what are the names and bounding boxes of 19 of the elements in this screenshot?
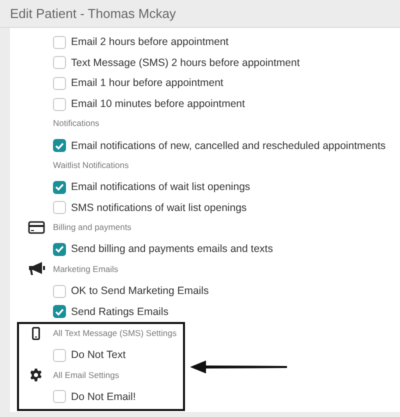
section-label: All Text Message (SMS) Settings [53, 326, 178, 340]
section-label: Billing and payments [53, 221, 132, 234]
checkbox-label: Email 1 hour before appointment [71, 77, 224, 90]
section-label: All Email Settings [53, 368, 120, 382]
checkbox-label: Do Not Text [71, 349, 126, 362]
checkbox-label: Text Message (SMS) 2 hours before appointment [71, 56, 300, 69]
window-title: Edit Patient - Thomas Mckay [10, 6, 176, 21]
checkbox-label: Email 10 minutes before appointment [71, 98, 245, 110]
section-label: Notifications [53, 117, 100, 130]
checkbox-label: Email notifications of wait list openings [71, 181, 250, 194]
checkbox-label: OK to Send Marketing Emails [71, 285, 209, 298]
checkbox-label: Email 2 hours before appointment [71, 36, 229, 48]
section-label: Waitlist Notifications [53, 158, 130, 172]
checkbox-label: Send Ratings Emails [71, 306, 168, 318]
checkbox-label: Send billing and payments emails and texts [71, 243, 273, 256]
section-label: Marketing Emails [53, 262, 120, 276]
checkbox-label: Do Not Email! [71, 390, 136, 403]
checkbox-label: Email notifications of new, cancelled and rescheduled appointments [71, 140, 386, 152]
checkbox-label: SMS notifications of wait list openings [71, 202, 247, 214]
